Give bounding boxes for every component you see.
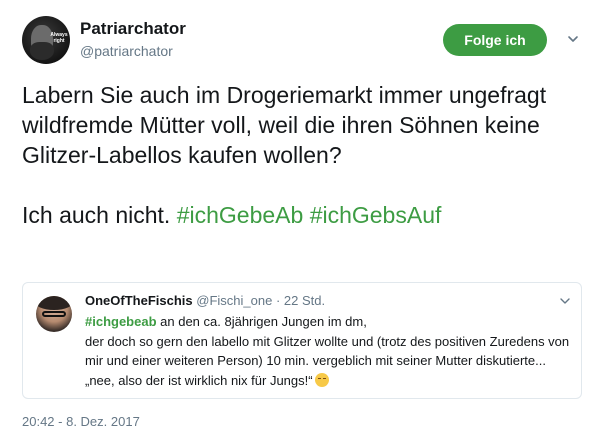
avatar-hair bbox=[36, 296, 72, 310]
follow-button[interactable]: Folge ich bbox=[443, 24, 547, 56]
quoted-avatar[interactable] bbox=[36, 296, 72, 332]
quoted-line-rest: der doch so gern den labello mit Glitzer… bbox=[85, 332, 573, 391]
tweet-text-plain: Ich auch nicht. bbox=[22, 202, 177, 228]
quoted-header: OneOfTheFischis @Fischi_one · 22 Std. bbox=[85, 293, 325, 308]
quoted-chevron-down-icon[interactable] bbox=[559, 295, 571, 307]
avatar-beard bbox=[30, 42, 54, 60]
author-avatar[interactable]: Always right bbox=[22, 16, 70, 64]
tweet-paragraph-2: Ich auch nicht. #ichGebeAb #ichGebsAuf bbox=[22, 200, 592, 230]
author-handle[interactable]: @patriarchator bbox=[80, 43, 173, 59]
hashtag-link[interactable]: #ichGebsAuf bbox=[310, 202, 442, 228]
tweet-text: Labern Sie auch im Drogeriemarkt immer u… bbox=[22, 80, 592, 230]
quoted-tweet[interactable]: OneOfTheFischis @Fischi_one · 22 Std. #i… bbox=[22, 282, 582, 399]
quoted-handle[interactable]: @Fischi_one bbox=[196, 293, 272, 308]
quoted-text-first: an den ca. 8jährigen Jungen im dm, bbox=[156, 314, 367, 329]
tweet-timestamp[interactable]: 20:42 - 8. Dez. 2017 bbox=[22, 414, 140, 429]
quoted-line-1: #ichgebeab an den ca. 8jährigen Jungen i… bbox=[85, 312, 573, 332]
author-name[interactable]: Patriarchator bbox=[80, 19, 186, 39]
quoted-text: #ichgebeab an den ca. 8jährigen Jungen i… bbox=[85, 312, 573, 390]
quoted-name[interactable]: OneOfTheFischis bbox=[85, 293, 193, 308]
avatar-text: Always right bbox=[50, 32, 68, 44]
tweet-paragraph-1: Labern Sie auch im Drogeriemarkt immer u… bbox=[22, 82, 547, 168]
relieved-face-icon bbox=[314, 372, 329, 387]
hashtag-link[interactable]: #ichGebeAb bbox=[177, 202, 304, 228]
chevron-down-icon[interactable] bbox=[566, 32, 580, 46]
avatar-glasses bbox=[42, 311, 66, 317]
quoted-hashtag-link[interactable]: #ichgebeab bbox=[85, 314, 157, 329]
quoted-time[interactable]: 22 Std. bbox=[284, 293, 325, 308]
quoted-separator: · bbox=[272, 293, 284, 308]
